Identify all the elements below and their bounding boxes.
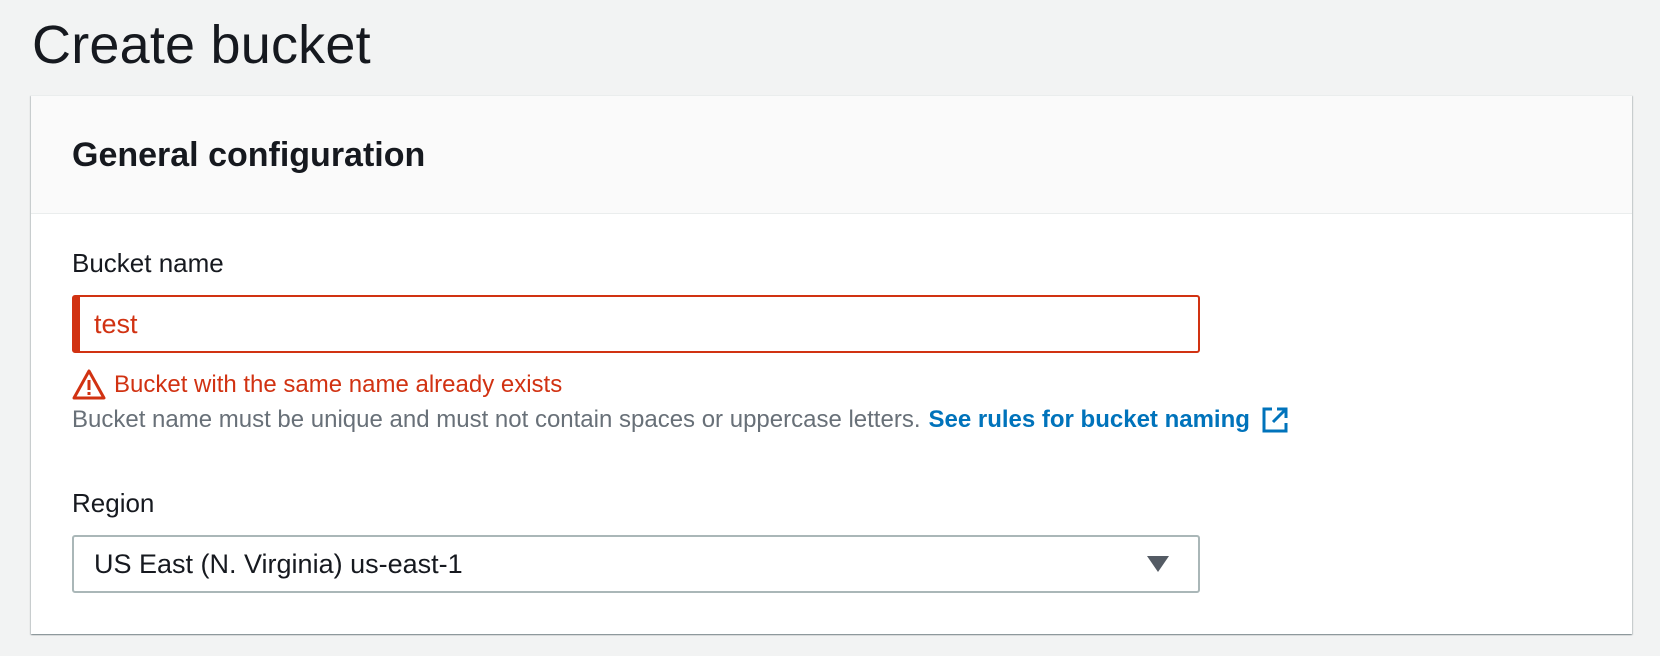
warning-icon — [72, 368, 106, 402]
general-configuration-panel: General configuration Bucket name Bucket… — [31, 95, 1632, 634]
panel-header: General configuration — [31, 96, 1632, 214]
page-title: Create bucket — [32, 15, 371, 75]
region-label: Region — [72, 488, 155, 518]
external-link-icon[interactable] — [1260, 405, 1290, 435]
bucket-name-error: Bucket with the same name already exists — [72, 367, 562, 403]
bucket-name-label: Bucket name — [72, 248, 224, 278]
hint-text: Bucket name must be unique and must not … — [72, 406, 921, 433]
error-message: Bucket with the same name already exists — [114, 371, 563, 398]
panel-title: General configuration — [72, 136, 426, 174]
bucket-naming-rules-link[interactable]: See rules for bucket naming — [928, 403, 1249, 437]
bucket-name-hint: Bucket name must be unique and must not … — [72, 401, 1290, 439]
region-select[interactable]: US East (N. Virginia) us-east-1 — [72, 535, 1200, 593]
create-bucket-page: Create bucket General configuration Buck… — [0, 0, 1660, 656]
caret-down-icon — [1146, 554, 1170, 574]
region-selected-value: US East (N. Virginia) us-east-1 — [94, 548, 463, 579]
bucket-name-input[interactable] — [72, 295, 1200, 353]
